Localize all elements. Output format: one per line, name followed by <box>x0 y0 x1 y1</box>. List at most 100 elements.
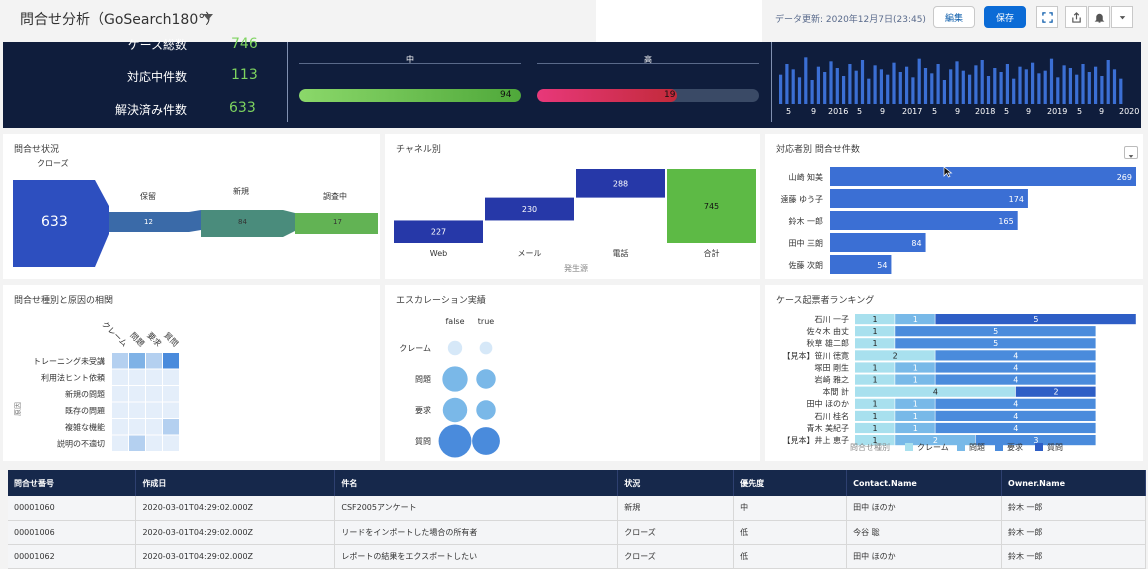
more-actions-button[interactable] <box>1111 6 1133 28</box>
timeline-bar <box>905 66 909 104</box>
timeline-bar <box>791 69 795 104</box>
gauge-fill-high <box>537 89 677 102</box>
ranking-segment-label: 5 <box>993 327 998 336</box>
owner-value-label: 84 <box>911 239 921 248</box>
gauge-label-high: 高 <box>644 55 652 64</box>
table-column-header[interactable]: Owner.Name <box>1001 470 1146 496</box>
table-row[interactable]: 00001060 2020-03-01T04:29:02.000Z CSF2005ア… <box>8 496 1146 521</box>
ranking-name-label: 青木 美紀子 <box>806 423 849 433</box>
ranking-segment-label: 1 <box>873 376 878 385</box>
table-cell: 鈴木 一郎 <box>1001 544 1146 569</box>
table-cell: 2020-03-01T04:29:02.000Z <box>135 544 336 569</box>
share-button[interactable] <box>1065 6 1087 28</box>
kpi-banner: ケース総数 746 対応中件数 113 解決済み件数 633 中 94 高 19… <box>3 36 1141 128</box>
ranking-name-label: 石川 一子 <box>814 315 849 324</box>
table-cell: クローズ <box>617 520 735 545</box>
table-header-row: 問合せ番号 作成日 件名 状況 優先度 Contact.Name Owner.Name <box>8 470 1146 496</box>
heatmap-cell <box>112 353 128 369</box>
kpi-value-resolved: 633 <box>229 100 256 116</box>
heatmap-cell <box>112 402 128 418</box>
escalation-row-label: 質問 <box>415 436 431 446</box>
ranking-segment-label: 1 <box>873 363 878 372</box>
ranking-segment-label: 1 <box>873 327 878 336</box>
timeline-bar <box>860 60 865 104</box>
timeline-bar <box>816 66 820 104</box>
banner-divider <box>771 42 772 122</box>
table-column-header[interactable]: 優先度 <box>733 470 848 496</box>
edit-button[interactable]: 編集 <box>933 6 975 28</box>
table-column-header[interactable]: 状況 <box>617 470 735 496</box>
ranking-name-label: 【見本】笹川 徳寛 <box>782 350 849 360</box>
timeline-bar <box>1012 78 1016 104</box>
timeline-bar <box>1049 58 1054 104</box>
title-dropdown-caret-icon[interactable] <box>203 14 213 20</box>
table-cell: 低 <box>733 544 848 569</box>
heatmap-column-label: 要求 <box>145 330 163 348</box>
table-column-header[interactable]: Contact.Name <box>846 470 1003 496</box>
ranking-segment-label: 4 <box>1013 363 1018 372</box>
escalation-row-label: 要求 <box>415 405 431 415</box>
funnel-value-investigating: 17 <box>333 218 342 226</box>
heatmap-cell <box>163 353 179 369</box>
heatmap-cell <box>163 369 179 385</box>
timeline-bar <box>835 68 839 104</box>
table-column-header[interactable]: 問合せ番号 <box>8 470 137 496</box>
heatmap-column-label: 問題 <box>128 331 146 349</box>
heatmap-row-label: 複雑な機能 <box>65 422 105 432</box>
owner-value-label: 54 <box>877 261 887 270</box>
timeline-bar <box>779 74 783 104</box>
ranking-segment-label: 1 <box>913 363 918 372</box>
ranking-legend-swatch <box>1035 443 1043 451</box>
ranking-name-label: 岩崎 雅之 <box>814 375 849 385</box>
funnel-segment-new[interactable] <box>201 210 295 237</box>
timeline-bar <box>1119 78 1123 104</box>
table-row[interactable]: 00001006 2020-03-01T04:29:02.000Z リードをインポー… <box>8 520 1146 545</box>
ranking-name-label: 田中 ほのか <box>806 399 849 409</box>
heatmap-cell <box>163 386 179 402</box>
escalation-row-label: 問題 <box>415 375 431 384</box>
gauge-value-high: 19 <box>664 90 676 100</box>
timeline-bar <box>942 80 946 104</box>
timeline-tick-label: 9 <box>1026 107 1032 116</box>
table-row[interactable]: 00001062 2020-03-01T04:29:02.000Z レポートの結果を… <box>8 544 1146 569</box>
timeline-bar <box>1100 76 1104 104</box>
ranking-name-label: 【見本】井上 恵子 <box>782 435 849 445</box>
funnel-segment-hold[interactable] <box>109 210 201 232</box>
ranking-segment-label: 2 <box>1053 388 1058 397</box>
ranking-legend-title: 問合せ種別 <box>850 442 890 452</box>
channel-panel: チャネル別 227 Web 230 メール 288 電話 745 合計 発生源 <box>385 134 760 279</box>
banner-divider <box>287 42 288 122</box>
notification-button[interactable] <box>1088 6 1110 28</box>
ranking-segment-label: 1 <box>913 376 918 385</box>
case-table: 問合せ番号 作成日 件名 状況 優先度 Contact.Name Owner.Name 00… <box>8 470 1146 569</box>
data-update-timestamp: データ更新: 2020年12月7日(23:45) <box>775 15 926 25</box>
timeline-bar <box>848 64 852 104</box>
table-column-header[interactable]: 件名 <box>334 470 619 496</box>
table-column-header[interactable]: 作成日 <box>135 470 336 496</box>
timeline-tick-label: 9 <box>955 107 961 116</box>
save-button[interactable]: 保存 <box>984 6 1026 28</box>
owner-bar <box>830 211 1018 230</box>
channel-chart: 227 Web 230 メール 288 電話 745 合計 <box>394 169 756 258</box>
channel-category-label: 合計 <box>704 248 720 258</box>
fullscreen-button[interactable] <box>1036 6 1058 28</box>
ranking-segment-label: 1 <box>873 424 878 433</box>
timeline-bar <box>993 68 997 104</box>
ranking-name-label: 石川 桂名 <box>814 411 849 421</box>
timeline-bar <box>1031 62 1035 104</box>
heatmap-cell <box>129 435 145 451</box>
ranking-legend-swatch <box>995 443 1003 451</box>
heatmap-column-label: 質問 <box>162 330 180 348</box>
owner-value-label: 174 <box>1009 195 1024 204</box>
kpi-value-in-progress: 113 <box>231 67 258 83</box>
kpi-label-in-progress: 対応中件数 <box>126 70 187 84</box>
timeline-bar <box>1112 69 1117 104</box>
escalation-bubble <box>442 397 468 423</box>
ranking-legend-label: 問題 <box>969 443 985 452</box>
timeline-bar <box>1075 74 1079 104</box>
header-blank-area <box>596 0 762 44</box>
heatmap-cell <box>163 419 179 435</box>
timeline-tick-label: 2017 <box>902 107 923 116</box>
timeline-bar <box>1043 70 1047 104</box>
expand-icon <box>1041 11 1053 23</box>
